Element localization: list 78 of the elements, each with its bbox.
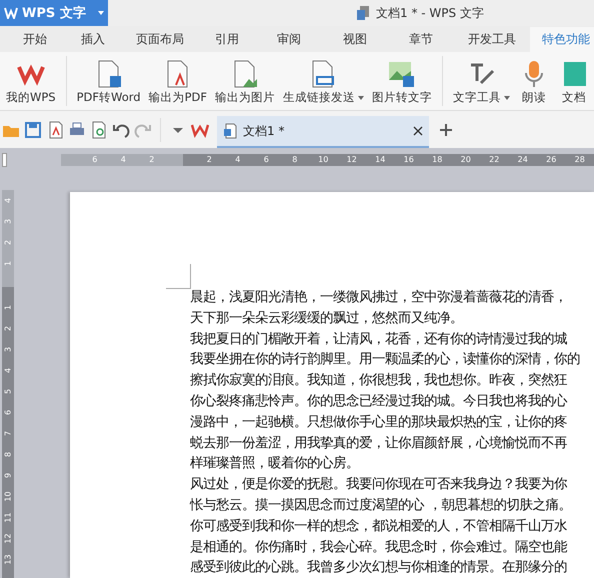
text-line: 怅与愁云。摸一摸因思念而过度渴望的心 ，朝思暮想的切肤之痛。 bbox=[190, 496, 572, 515]
ruler-number: 4 bbox=[120, 154, 127, 166]
ribbon-button[interactable]: 文字工具 bbox=[448, 52, 514, 110]
text-line: 是相通的。你伤痛时，我会心碎。我思念时，你会难过。隔空也能 bbox=[190, 538, 568, 557]
ruler-number: 10 bbox=[2, 490, 14, 502]
ruler-number: 1 bbox=[2, 260, 14, 268]
ribbon-button[interactable]: PDF转Word bbox=[72, 52, 145, 110]
text-line: 天下那一朵朵云彩缓缓的飘过，悠然而又纯净。 bbox=[190, 310, 464, 328]
menu-tab[interactable]: 特色功能 bbox=[530, 27, 594, 52]
ruler-number: 8 bbox=[2, 450, 14, 460]
ribbon-button[interactable]: 我的WPS bbox=[2, 52, 60, 110]
ruler-number: 1 bbox=[2, 304, 14, 312]
ruler-number: 20 bbox=[460, 154, 472, 166]
ruler-number: 4 bbox=[234, 154, 242, 166]
ruler-number: 2 bbox=[2, 238, 14, 248]
w-logo-icon bbox=[4, 7, 18, 19]
text-line: 样璀璨普照，暖着你的心房。 bbox=[190, 454, 360, 474]
text-line: 蜕去那一份羞涩，用我挚真的爱，让你眉颜舒展，心境愉悦而不再 bbox=[190, 434, 568, 453]
ruler-number: 18 bbox=[431, 154, 444, 166]
ribbon-button[interactable]: 朗读 bbox=[514, 52, 554, 110]
ruler-number: 2 bbox=[2, 324, 14, 334]
ruler-number: 22 bbox=[488, 154, 500, 166]
text-line: 我把夏日的门楣敞开着，让清风，花香，还有你的诗情漫过我的城 bbox=[190, 330, 568, 349]
caret-icon[interactable] bbox=[504, 96, 510, 100]
menu-tab[interactable]: 页面布局 bbox=[122, 27, 198, 52]
close-icon[interactable] bbox=[413, 126, 423, 136]
print-preview-icon[interactable] bbox=[90, 120, 108, 138]
ruler-number: 10 bbox=[317, 154, 330, 166]
ruler-number: 24 bbox=[516, 154, 529, 166]
ruler-number: 9 bbox=[2, 472, 14, 480]
menu-tab[interactable]: 开始 bbox=[6, 27, 64, 52]
text-line: 擦拭你寂寞的泪痕。我知道，你很想我，我也想你。昨夜，突然狂 bbox=[190, 372, 568, 390]
ruler-number: 3 bbox=[2, 346, 14, 354]
text-line: 风过处，便是你爱的抚慰。我要问你现在可否来我身边？我要为你 bbox=[190, 476, 568, 494]
text-line: 你可感受到我和你一样的想念，都说相爱的人，不管相隔千山万水 bbox=[190, 518, 568, 536]
ribbon-button[interactable]: 图片转文字 bbox=[368, 52, 436, 110]
ruler-number: 2 bbox=[206, 154, 213, 166]
text-line: 我要坐拥在你的诗行韵脚里。用一颗温柔的心，读懂你的深情，你的 bbox=[190, 350, 581, 370]
tab-stop-selector[interactable] bbox=[2, 153, 7, 167]
menu-tab[interactable]: 审阅 bbox=[256, 27, 322, 52]
save-icon[interactable] bbox=[24, 120, 42, 138]
ruler-number: 11 bbox=[2, 512, 14, 524]
ruler-number: 13 bbox=[2, 554, 14, 566]
ruler-number: 12 bbox=[2, 532, 14, 544]
ruler-number: 3 bbox=[2, 218, 14, 226]
ruler-number: 26 bbox=[545, 154, 558, 166]
document-tab[interactable]: 文档1 * bbox=[217, 116, 429, 148]
ruler-number: 6 bbox=[262, 154, 270, 166]
ribbon-button[interactable]: 输出为图片 bbox=[210, 52, 279, 110]
ruler-number: 2 bbox=[148, 154, 156, 166]
ruler-number: 14 bbox=[374, 154, 386, 166]
ribbon-button[interactable]: 输出为PDF bbox=[144, 52, 211, 110]
text-line: 漫路中，一起驰横。只想做你手心里的那块最炽热的宝，让你的疼 bbox=[190, 414, 568, 432]
window-title: 文档1 * - WPS 文字 bbox=[376, 4, 484, 22]
ruler-number: 12 bbox=[346, 154, 358, 166]
ruler-number: 4 bbox=[2, 366, 14, 376]
menu-tab[interactable]: 引用 bbox=[198, 27, 256, 52]
ribbon-button[interactable]: 文档 bbox=[554, 52, 594, 110]
text-line: 感受到彼此的心跳。我曾多少次幻想与你相逢的情景。在那缘分的 bbox=[190, 558, 568, 578]
ribbon-button[interactable]: 生成链接发送 bbox=[278, 52, 368, 110]
text-line: 晨起，浅夏阳光清艳，一缕微风拂过，空中弥漫着蔷薇花的清香， bbox=[190, 288, 568, 307]
ruler-number: 4 bbox=[2, 196, 14, 206]
menu-tab[interactable]: 视图 bbox=[322, 27, 388, 52]
ruler-number: 6 bbox=[2, 408, 14, 418]
menu-tab[interactable]: 插入 bbox=[64, 27, 122, 52]
ruler-number: 7 bbox=[2, 430, 14, 438]
ruler-number: 16 bbox=[402, 154, 415, 166]
ruler-number: 6 bbox=[91, 154, 98, 166]
ruler-number: 28 bbox=[574, 154, 586, 166]
menu-tab[interactable]: 章节 bbox=[388, 27, 454, 52]
ruler-number: 5 bbox=[2, 388, 14, 396]
caret-icon[interactable] bbox=[358, 96, 364, 100]
ruler-number: 8 bbox=[291, 154, 298, 166]
add-tab-icon[interactable] bbox=[439, 122, 453, 136]
text-line: 你心裂疼痛悲怜声。你的思念已经漫过我的城。今日我也将我的心 bbox=[190, 392, 568, 411]
menu-tab[interactable]: 开发工具 bbox=[454, 27, 530, 52]
app-menu-button[interactable]: WPS 文字 bbox=[0, 0, 108, 26]
margin-corner-mark bbox=[166, 264, 191, 289]
